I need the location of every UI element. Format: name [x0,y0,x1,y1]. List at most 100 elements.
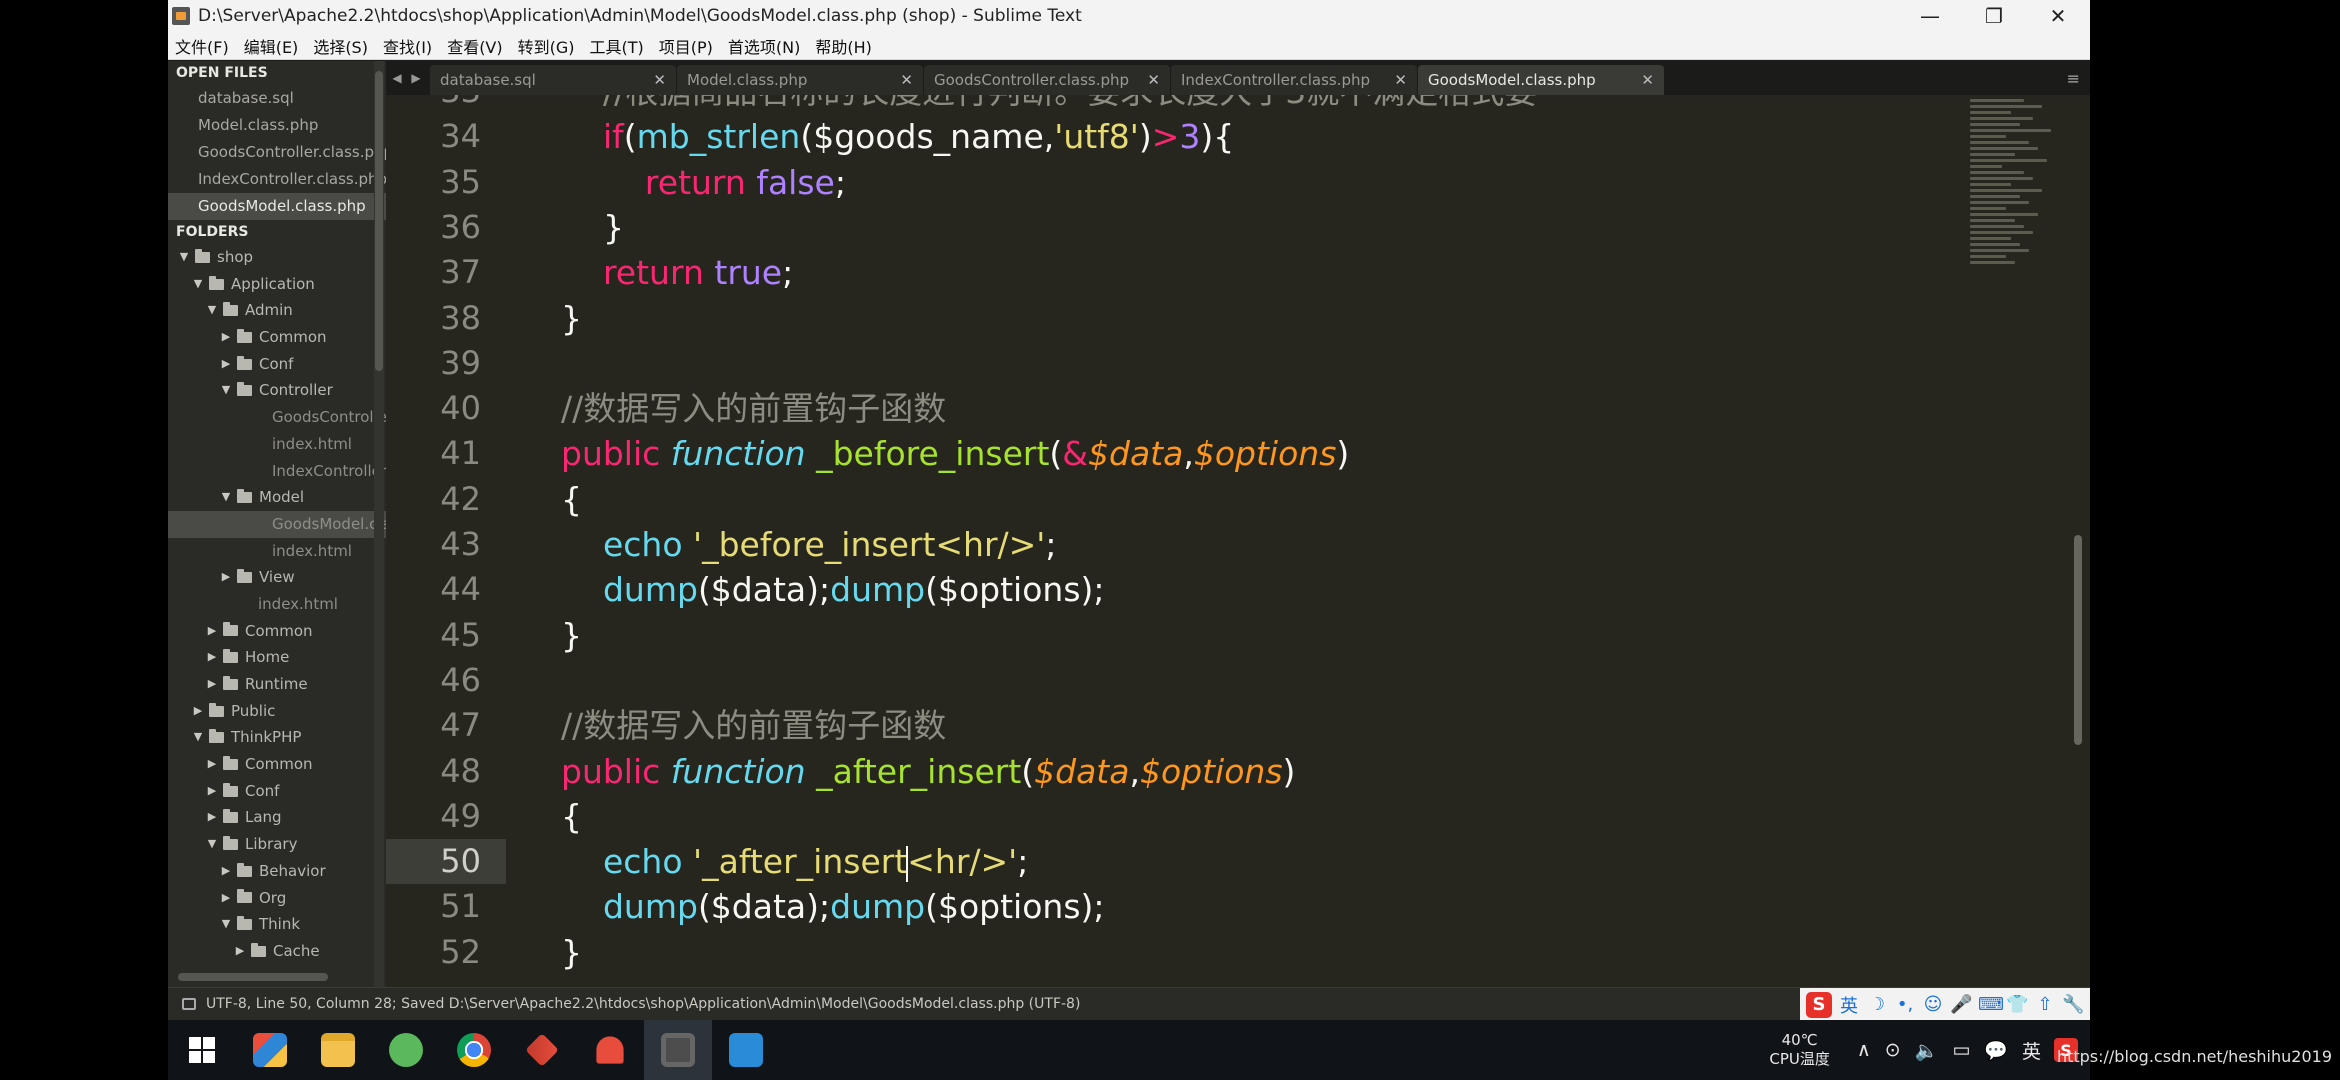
tree-file[interactable]: index.html [168,538,386,565]
tray-icon-1[interactable]: ⊙ [1885,1039,1901,1061]
code-line[interactable]: 34 if(mb_strlen($goods_name,'utf8')>3){ [386,114,1886,159]
expand-arrow-icon[interactable]: ▶ [204,804,220,831]
ime-tool-0[interactable]: ☽ [1866,994,1888,1015]
code-line[interactable]: 47 //数据写入的前置钩子函数 [386,703,1886,748]
tray-icon-5[interactable]: 英 [2022,1037,2041,1064]
tree-file[interactable]: GoodsModel.class.php [168,510,386,538]
close-icon[interactable]: ✕ [1147,71,1160,89]
taskbar-app-8[interactable] [712,1020,780,1080]
minimize-button[interactable]: — [1898,0,1962,32]
tree-folder[interactable]: ▼ Library [168,831,386,858]
ime-tool-2[interactable]: ☺ [1922,994,1944,1015]
tree-folder[interactable]: ▶ Org [168,885,386,912]
tab-goodscontroller-class-php[interactable]: GoodsController.class.php ✕ [924,65,1170,95]
taskbar-sublime-text[interactable] [644,1020,712,1080]
code-text[interactable]: echo '_after_insert<hr/>'; [561,839,1028,884]
ime-tool-3[interactable]: 🎤 [1950,994,1972,1015]
taskbar-chrome[interactable] [440,1020,508,1080]
code-line[interactable]: 45} [386,613,1886,658]
code-text[interactable]: return true; [561,250,793,295]
open-file-item[interactable]: IndexController.class.php [168,166,386,193]
code-text[interactable]: } [561,930,582,975]
code-line[interactable]: 50 echo '_after_insert<hr/>'; [386,839,1886,885]
tree-folder[interactable]: ▼ Admin [168,297,386,324]
tree-folder[interactable]: ▼ Application [168,271,386,298]
ime-tool-7[interactable]: 🔧 [2062,994,2084,1015]
code-line[interactable]: 44 dump($data);dump($options); [386,567,1886,612]
tree-file[interactable]: GoodsController.class.php [168,404,386,431]
tree-folder[interactable]: ▶ Home [168,644,386,671]
tree-folder[interactable]: ▶ Behavior [168,858,386,885]
ime-tool-6[interactable]: ⇧ [2034,994,2056,1015]
expand-arrow-icon[interactable]: ▼ [204,297,220,324]
code-text[interactable]: public function _before_insert(&$data,$o… [561,431,1349,476]
menu-item-4[interactable]: 查看(V) [440,34,510,58]
code-line[interactable]: 49 { [386,794,1886,839]
editor-scrollbar[interactable] [2072,95,2084,987]
taskbar-app-1[interactable] [236,1020,304,1080]
open-file-item[interactable]: Model.class.php [168,112,386,139]
tab-indexcontroller-class-php[interactable]: IndexController.class.php ✕ [1171,65,1417,95]
sidebar-horizontal-scrollbar[interactable] [178,973,328,981]
sidebar-scrollbar[interactable] [374,61,384,987]
tree-folder[interactable]: ▶ Common [168,618,386,645]
tree-folder[interactable]: ▶ Common [168,751,386,778]
code-text[interactable]: return false; [561,160,846,205]
menu-item-0[interactable]: 文件(F) [168,34,237,58]
close-button[interactable]: ✕ [2026,0,2090,32]
tree-folder[interactable]: ▼ Think [168,911,386,938]
code-text[interactable]: { [561,477,582,522]
tree-folder[interactable]: ▼ ThinkPHP [168,724,386,751]
close-icon[interactable]: ✕ [1641,71,1654,89]
tab-goodsmodel-class-php[interactable]: GoodsModel.class.php ✕ [1418,65,1664,95]
tray-icon-2[interactable]: 🔈 [1915,1039,1939,1062]
taskbar-app-3[interactable] [372,1020,440,1080]
code-line[interactable]: 35 return false; [386,160,1886,205]
expand-arrow-icon[interactable]: ▼ [190,724,206,751]
tray-icon-3[interactable]: ▭ [1952,1039,1970,1061]
expand-arrow-icon[interactable]: ▶ [204,618,220,645]
expand-arrow-icon[interactable]: ▼ [218,377,234,404]
menu-item-5[interactable]: 转到(G) [511,34,583,58]
menu-item-3[interactable]: 查找(I) [376,34,440,58]
expand-arrow-icon[interactable]: ▶ [218,885,234,912]
tray-icon-4[interactable]: 💬 [1984,1039,2008,1062]
tab-database-sql[interactable]: database.sql ✕ [430,65,676,95]
ime-tool-5[interactable]: 👕 [2006,994,2028,1015]
code-line[interactable]: 33 //根据商品名称的长度进行判断。要求长度大于3就不满足格式要 [386,95,1886,114]
code-text[interactable]: { [561,794,582,839]
tree-folder[interactable]: ▼ shop [168,244,386,271]
code-line[interactable]: 52} [386,930,1886,975]
tab-model-class-php[interactable]: Model.class.php ✕ [677,65,923,95]
tray-icon-0[interactable]: ∧ [1857,1039,1871,1061]
expand-arrow-icon[interactable]: ▼ [176,244,192,271]
code-line[interactable]: 38} [386,296,1886,341]
code-text[interactable]: } [561,205,624,250]
editor-scroll-thumb[interactable] [2074,535,2082,745]
cpu-temp-widget[interactable]: 40℃ CPU温度 [1769,1031,1830,1069]
expand-arrow-icon[interactable]: ▼ [190,271,206,298]
sidebar-scroll-thumb[interactable] [375,71,383,371]
code-line[interactable]: 40 //数据写入的前置钩子函数 [386,386,1886,431]
ime-tool-1[interactable]: •, [1894,994,1916,1015]
expand-arrow-icon[interactable]: ▼ [204,831,220,858]
close-icon[interactable]: ✕ [900,71,913,89]
code-text[interactable]: } [561,613,582,658]
code-text[interactable]: if(mb_strlen($goods_name,'utf8')>3){ [561,114,1234,159]
expand-arrow-icon[interactable]: ▶ [218,858,234,885]
menu-item-9[interactable]: 帮助(H) [808,34,880,58]
code-text[interactable]: //数据写入的前置钩子函数 [561,703,946,748]
expand-arrow-icon[interactable]: ▶ [218,564,234,591]
code-text[interactable]: echo '_before_insert<hr/>'; [561,522,1057,567]
expand-arrow-icon[interactable]: ▶ [204,778,220,805]
tab-nav-arrows[interactable]: ◀ ▶ [386,61,430,95]
tree-folder[interactable]: ▼ Controller [168,377,386,404]
code-line[interactable]: 42 { [386,477,1886,522]
tree-folder[interactable]: ▼ Model [168,484,386,511]
code-line[interactable]: 39 [386,341,1886,386]
tree-folder[interactable]: ▶ Public [168,698,386,725]
menu-item-8[interactable]: 首选项(N) [721,34,808,58]
maximize-button[interactable]: ❐ [1962,0,2026,32]
code-line[interactable]: 36 } [386,205,1886,250]
expand-arrow-icon[interactable]: ▶ [218,351,234,378]
